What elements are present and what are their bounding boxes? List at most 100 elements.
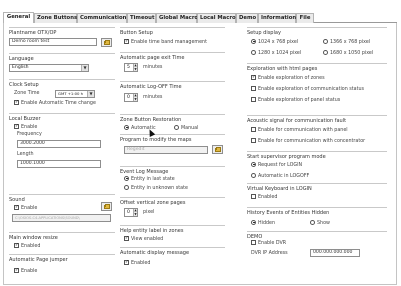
logoff-group: Automatic Log-OFF Time 0 ▲ ▼ minutes	[120, 81, 225, 109]
page-exit-spinner[interactable]: 5 ▲ ▼	[124, 63, 138, 72]
checkbox-box[interactable]: ✓	[14, 242, 19, 248]
frequency-input[interactable]: 3000.2000	[17, 140, 101, 148]
virtual-keyboard-checkbox[interactable]: Enabled	[251, 193, 278, 200]
res-1366-radio[interactable]: 1366 x 768 pixel	[323, 38, 370, 45]
virtual-keyboard-label: Enabled	[258, 195, 278, 200]
event-last-state-label: Entity in last state	[131, 177, 175, 182]
explore-panel-checkbox[interactable]: Enable exploration of panel status	[251, 96, 341, 103]
supervisor-request-radio[interactable]: Request for LOGIN	[251, 161, 302, 168]
chevron-down-icon[interactable]: ▼	[81, 65, 88, 71]
radio-dot[interactable]	[251, 172, 256, 178]
restoration-manual-radio[interactable]: Manual	[174, 124, 198, 131]
auto-time-checkbox[interactable]: ✓ Enable Automatic Time change	[14, 99, 96, 106]
auto-display-enabled-label: Enabled	[131, 261, 151, 266]
radio-dot[interactable]	[251, 38, 256, 44]
checkbox-box[interactable]: ✓	[14, 204, 19, 210]
checkbox-box[interactable]: ✓	[14, 267, 19, 273]
radio-dot[interactable]	[251, 219, 256, 225]
radio-dot[interactable]	[124, 184, 129, 190]
checkbox-box[interactable]: ✓	[124, 38, 129, 44]
res-1024-label: 1024 x 768 pixel	[258, 40, 299, 45]
res-1280-radio[interactable]: 1280 x 1024 pixel	[251, 49, 301, 56]
dvr-ip-label: DVR IP Address	[251, 251, 288, 256]
supervisor-auto-label: Automatic in LOGOFF	[258, 174, 310, 179]
page-exit-group: Automatic page exit Time 5 ▲ ▼ minutes	[120, 52, 225, 78]
checkbox-box[interactable]: ✓	[251, 74, 256, 80]
tab-information[interactable]: Information	[258, 13, 296, 23]
modify-maps-group: Program to modify the maps Regedit	[120, 134, 225, 156]
explore-comm-checkbox[interactable]: Enable exploration of communication stat…	[251, 85, 364, 92]
event-unknown-state-radio[interactable]: Entity in unknown state	[124, 184, 188, 191]
radio-dot[interactable]	[251, 49, 256, 55]
checkbox-box[interactable]	[251, 85, 256, 91]
checkbox-box[interactable]	[251, 193, 256, 199]
checkbox-box[interactable]	[251, 239, 256, 245]
enable-dvr-checkbox[interactable]: Enable DVR	[251, 239, 286, 246]
event-last-state-radio[interactable]: Entity in last state	[124, 175, 175, 182]
plantname-group: Plantname OTX/OP Demo room test	[9, 27, 115, 49]
history-hidden-radio[interactable]: Hidden	[251, 219, 275, 226]
checkbox-box[interactable]: ✓	[124, 259, 129, 265]
sound-enable-checkbox[interactable]: ✓ Enable	[14, 204, 37, 211]
plantname-browse-button[interactable]	[101, 38, 112, 47]
radio-dot[interactable]	[124, 124, 129, 130]
tab-global-macro[interactable]: Global Macro	[156, 13, 198, 23]
checkbox-box[interactable]: ✓	[14, 99, 19, 105]
main-window-enabled-checkbox[interactable]: ✓ Enabled	[14, 242, 40, 249]
plantname-input[interactable]: Demo room test	[9, 38, 97, 46]
checkbox-box[interactable]: ✓	[14, 123, 19, 129]
tab-zone-buttons[interactable]: Zone Buttons	[34, 13, 77, 23]
sound-browse-button[interactable]	[101, 202, 112, 211]
tab-local-macro[interactable]: Local Macro	[197, 13, 236, 23]
dvr-ip-input[interactable]: 000.000.000.000	[310, 249, 360, 257]
acoustic-concentrator-checkbox[interactable]: Enable for communication with concentrat…	[251, 137, 365, 144]
radio-dot[interactable]	[251, 161, 256, 167]
tab-file[interactable]: File	[296, 13, 314, 23]
buzzer-enable-label: Enable	[21, 125, 38, 130]
tab-timeout[interactable]: Timeout	[127, 13, 156, 23]
spinner-arrows-icon[interactable]: ▲ ▼	[133, 63, 137, 71]
length-input[interactable]: 1000.1000	[17, 160, 101, 168]
help-entity-view-label: View enabled	[131, 237, 164, 242]
spinner-arrows-icon[interactable]: ▲ ▼	[133, 93, 137, 101]
modify-maps-browse-button[interactable]	[212, 145, 223, 154]
modify-maps-input[interactable]: Regedit	[124, 146, 208, 154]
acoustic-panel-checkbox[interactable]: Enable for communication with panel	[251, 126, 348, 133]
general-panel: Plantname OTX/OP Demo room test Language…	[3, 23, 397, 285]
res-1680-radio[interactable]: 1680 x 1050 pixel	[323, 49, 373, 56]
checkbox-box[interactable]: ✓	[124, 235, 129, 241]
logoff-spinner[interactable]: 0 ▲ ▼	[124, 93, 138, 102]
explore-panel-label: Enable exploration of panel status	[258, 98, 341, 103]
spinner-arrows-icon[interactable]: ▲ ▼	[133, 208, 137, 216]
auto-display-enabled-checkbox[interactable]: ✓ Enabled	[124, 259, 151, 266]
help-entity-view-checkbox[interactable]: ✓ View enabled	[124, 235, 164, 242]
offset-spinner[interactable]: 0 ▲ ▼	[124, 208, 138, 217]
event-log-group: Event Log Message Entity in last state E…	[120, 166, 225, 192]
radio-dot[interactable]	[323, 38, 328, 44]
group-title: Exploration with html pages	[247, 66, 318, 72]
page-jumper-enable-checkbox[interactable]: ✓ Enable	[14, 267, 37, 274]
group-title: Start supervisor program mode	[247, 154, 326, 160]
language-select[interactable]: English ▼	[9, 64, 89, 72]
chevron-down-icon[interactable]: ▼	[87, 91, 94, 97]
tab-communication[interactable]: Communication	[77, 13, 127, 23]
history-show-radio[interactable]: Show	[310, 219, 330, 226]
checkbox-box[interactable]	[251, 137, 256, 143]
checkbox-box[interactable]	[251, 126, 256, 132]
radio-dot[interactable]	[323, 49, 328, 55]
checkbox-box[interactable]	[251, 96, 256, 102]
time-band-checkbox[interactable]: ✓ Enable time band management	[124, 38, 207, 45]
radio-dot[interactable]	[310, 219, 315, 225]
sound-path-input[interactable]: C:\OSIOS-C4-APPLICATIONS\SOUND\	[12, 214, 111, 222]
buzzer-enable-checkbox[interactable]: ✓ Enable	[14, 123, 38, 130]
explore-zones-checkbox[interactable]: ✓ Enable exploration of zones	[251, 74, 325, 81]
radio-dot[interactable]	[124, 175, 129, 181]
radio-dot[interactable]	[174, 124, 179, 130]
tab-demo[interactable]: Demo	[236, 13, 258, 23]
demo-group: DEMO Enable DVR DVR IP Address 000.000.0…	[247, 231, 387, 267]
zone-time-select[interactable]: GMT +1:00 h ▼	[55, 90, 95, 98]
supervisor-auto-radio[interactable]: Automatic in LOGOFF	[251, 172, 310, 179]
group-title: Language	[9, 56, 34, 62]
res-1024-radio[interactable]: 1024 x 768 pixel	[251, 38, 299, 45]
length-label: Length	[17, 152, 34, 157]
